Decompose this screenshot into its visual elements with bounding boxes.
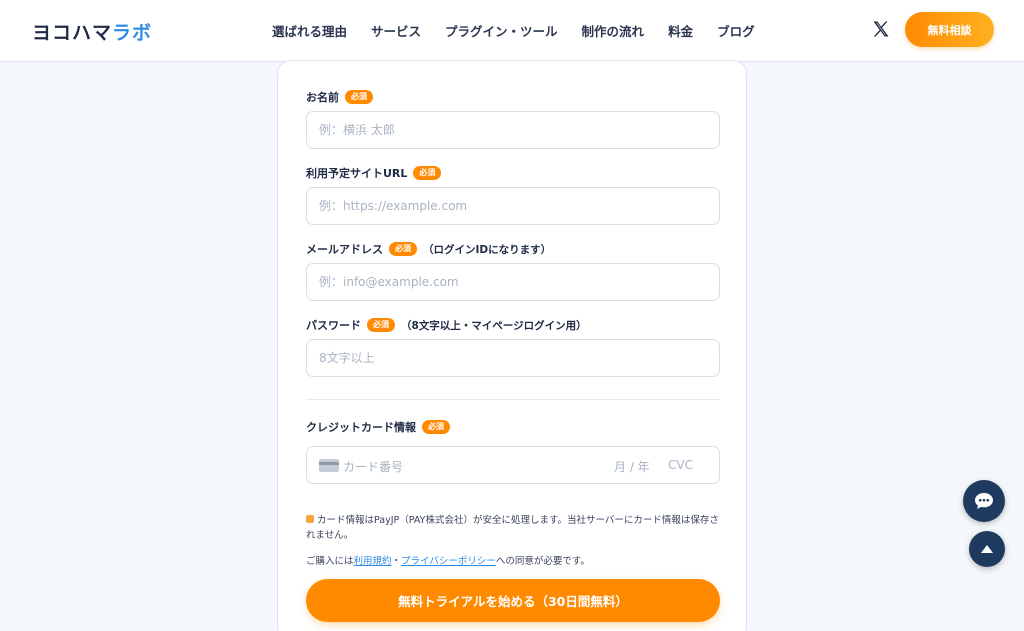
credit-card-icon	[319, 459, 339, 472]
nav-item-services[interactable]: サービス	[371, 21, 421, 40]
email-note: （ログインIDになります）	[423, 243, 552, 256]
agree-prefix: ご購入には	[306, 556, 354, 567]
terms-link[interactable]: 利用規約	[354, 556, 392, 567]
email-input[interactable]	[306, 263, 720, 301]
section-divider	[306, 399, 720, 400]
site-url-label: 利用予定サイトURL	[306, 167, 408, 180]
name-label-row: お名前 必須	[306, 89, 373, 105]
signup-form-card: お名前 必須 利用予定サイトURL 必須 メールアドレス 必須 （ログインIDに…	[277, 60, 747, 631]
credit-card-label: クレジットカード情報	[306, 421, 416, 434]
card-expiry-placeholder[interactable]: 月 / 年	[614, 458, 650, 475]
nav-item-pricing[interactable]: 料金	[668, 21, 693, 40]
password-note: （8文字以上・マイページログイン用）	[401, 319, 587, 332]
payment-security-note: カード情報はPayJP（PAY株式会社）が安全に処理します。当社サーバーにカード…	[306, 513, 726, 543]
email-label: メールアドレス	[306, 243, 383, 256]
agreement-text: ご購入には利用規約・プライバシーポリシーへの同意が必要です。	[306, 553, 590, 567]
nav-item-reasons[interactable]: 選ばれる理由	[272, 21, 347, 40]
start-trial-button[interactable]: 無料トライアルを始める（30日間無料）	[306, 579, 720, 622]
password-label: パスワード	[306, 319, 361, 332]
x-logo-icon[interactable]	[871, 19, 891, 39]
password-label-row: パスワード 必須 （8文字以上・マイページログイン用）	[306, 317, 587, 333]
privacy-policy-link[interactable]: プライバシーポリシー	[401, 556, 496, 567]
nav-item-blog[interactable]: ブログ	[717, 21, 755, 40]
required-badge: 必須	[389, 242, 417, 256]
free-consultation-button[interactable]: 無料相談	[905, 12, 994, 47]
site-header: ヨコハマラボ 選ばれる理由 サービス プラグイン・ツール 制作の流れ 料金 ブロ…	[0, 0, 1024, 62]
password-input[interactable]	[306, 339, 720, 377]
logo-main-text: ヨコハマ	[32, 22, 113, 44]
site-url-input[interactable]	[306, 187, 720, 225]
credit-label-row: クレジットカード情報 必須	[306, 419, 450, 435]
nav-item-plugins[interactable]: プラグイン・ツール	[445, 21, 558, 40]
scroll-to-top-button[interactable]	[969, 531, 1005, 567]
chat-button[interactable]	[963, 480, 1005, 522]
card-number-placeholder[interactable]: カード番号	[343, 458, 403, 475]
credit-card-input[interactable]: カード番号 月 / 年 CVC	[306, 446, 720, 484]
security-note-text: カード情報はPayJP（PAY株式会社）が安全に処理します。当社サーバーにカード…	[306, 515, 719, 541]
required-badge: 必須	[345, 90, 373, 104]
chat-icon	[975, 493, 993, 509]
required-badge: 必須	[422, 420, 450, 434]
required-badge: 必須	[367, 318, 395, 332]
nav-item-flow[interactable]: 制作の流れ	[582, 21, 645, 40]
main-nav: 選ばれる理由 サービス プラグイン・ツール 制作の流れ 料金 ブログ	[272, 21, 755, 40]
agree-separator: ・	[391, 556, 402, 567]
required-badge: 必須	[413, 166, 442, 180]
arrow-up-icon	[981, 545, 993, 553]
card-cvc-placeholder[interactable]: CVC	[668, 458, 693, 472]
name-label: お名前	[306, 91, 339, 104]
name-input[interactable]	[306, 111, 720, 149]
lock-icon	[306, 515, 314, 523]
site-url-label-row: 利用予定サイトURL 必須	[306, 165, 442, 181]
email-label-row: メールアドレス 必須 （ログインIDになります）	[306, 241, 551, 257]
site-logo[interactable]: ヨコハマラボ	[32, 18, 152, 45]
logo-accent-text: ラボ	[112, 22, 153, 44]
agree-suffix: への同意が必要です。	[495, 556, 590, 567]
